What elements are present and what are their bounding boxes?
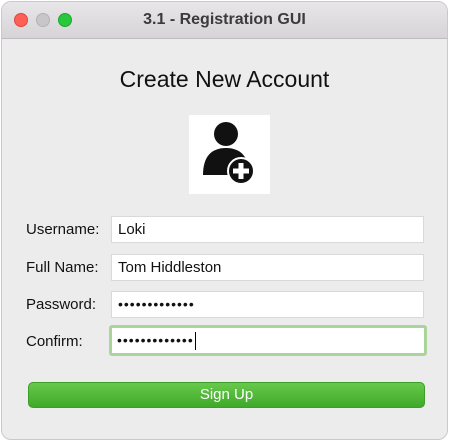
add-user-icon [189, 115, 270, 194]
app-window: 3.1 - Registration GUI Create New Accoun… [1, 1, 448, 440]
fullname-label: Full Name: [26, 259, 99, 276]
window-title: 3.1 - Registration GUI [143, 11, 306, 28]
password-field[interactable]: ••••••••••••• [111, 291, 424, 318]
text-caret [194, 332, 196, 351]
confirm-password-value: ••••••••••••• [117, 332, 194, 348]
username-field[interactable]: Loki [111, 216, 424, 243]
confirm-label: Confirm: [26, 333, 83, 350]
username-label: Username: [26, 221, 100, 238]
password-label: Password: [26, 296, 97, 313]
title-bar: 3.1 - Registration GUI [2, 2, 447, 39]
confirm-password-field[interactable]: ••••••••••••• [109, 325, 427, 356]
sign-up-button[interactable]: Sign Up [28, 382, 425, 408]
fullname-field[interactable]: Tom Hiddleston [111, 254, 424, 281]
form-heading: Create New Account [119, 66, 330, 92]
